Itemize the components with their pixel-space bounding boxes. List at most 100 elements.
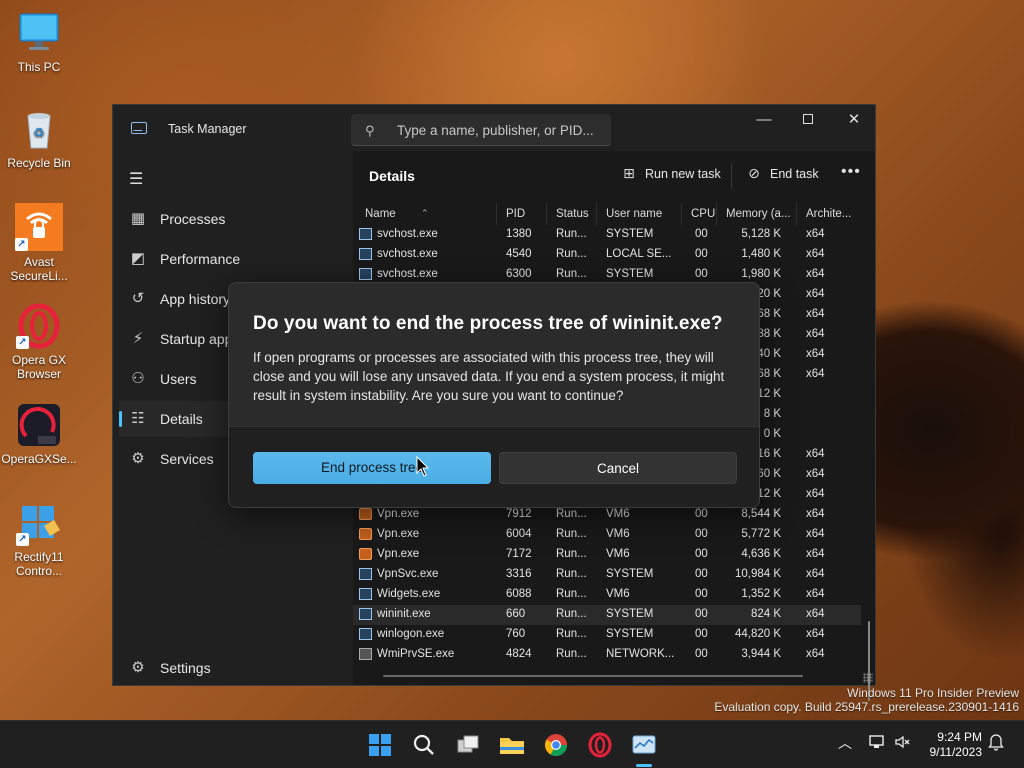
table-row[interactable]: svchost.exe 1380 Run... SYSTEM 00 5,128 K x64 (353, 225, 861, 245)
column-header-cpu[interactable]: CPU (691, 208, 715, 220)
desktop-icon-this-pc[interactable]: This PC (0, 10, 78, 74)
resize-grip-icon[interactable] (863, 673, 873, 683)
column-header-name[interactable]: Name (365, 208, 396, 220)
cell-pid: 6004 (506, 528, 532, 540)
hamburger-menu-icon[interactable]: ☰ (129, 169, 143, 189)
cell-user: SYSTEM (606, 608, 654, 620)
end-process-tree-button[interactable]: End process tree (253, 452, 491, 484)
column-header-status[interactable]: Status (556, 208, 589, 220)
volume-muted-icon[interactable] (893, 733, 911, 754)
monitor-icon (16, 10, 62, 56)
cell-user: VM6 (606, 508, 630, 520)
end-process-tree-dialog: Do you want to end the process tree of w… (228, 282, 760, 508)
cell-memory: 1,352 K (741, 588, 781, 600)
chrome-button[interactable] (540, 729, 572, 761)
nav-item-label: Users (160, 371, 197, 387)
cell-pid: 4540 (506, 248, 532, 260)
desktop-icon-operagx-setup[interactable]: OperaGXSe... (0, 402, 78, 466)
search-button[interactable] (408, 729, 440, 761)
nav-item-label: Services (160, 451, 214, 467)
end-task-button[interactable]: ⊘ End task (746, 165, 819, 182)
table-row[interactable]: VpnSvc.exe 3316 Run... SYSTEM 00 10,984 K x64 (353, 565, 861, 585)
minimize-button[interactable]: — (741, 105, 787, 137)
watermark-line-1: Windows 11 Pro Insider Preview (847, 686, 1019, 700)
run-new-task-button[interactable]: ⊞ Run new task (621, 165, 721, 182)
cell-memory: 0 K (763, 428, 781, 440)
search-box[interactable]: ⚲ (351, 114, 611, 146)
evaluation-watermark: Windows 11 Pro Insider Preview Evaluatio… (714, 686, 1019, 714)
desktop-icon-label: Avast SecureLi... (10, 255, 68, 283)
network-icon[interactable] (868, 733, 886, 754)
shortcut-arrow-icon: ↗ (15, 238, 28, 251)
dialog-message: If open programs or processes are associ… (253, 350, 725, 403)
task-view-button[interactable] (452, 729, 484, 761)
cell-status: Run... (556, 548, 587, 560)
executable-icon (359, 608, 372, 620)
title-bar[interactable]: Task Manager ⚲ — ✕ (113, 105, 875, 151)
nav-item-processes[interactable]: ▦ Processes (119, 201, 345, 237)
column-header-user-name[interactable]: User name (606, 208, 662, 220)
cell-status: Run... (556, 228, 587, 240)
nav-item-settings[interactable]: ⚙ Settings (119, 650, 345, 686)
cell-user: SYSTEM (606, 628, 654, 640)
taskbar: ︿ 9:24 PM 9/11/2023 (0, 720, 1024, 768)
cell-architecture: x64 (806, 228, 825, 240)
desktop-icon-rectify11[interactable]: ↗ Rectify11 Contro... (0, 500, 78, 578)
more-options-icon[interactable]: ••• (841, 163, 861, 181)
table-row[interactable]: winlogon.exe 760 Run... SYSTEM 00 44,820 K x64 (353, 625, 861, 645)
notifications-bell-icon[interactable] (988, 733, 1004, 754)
cell-pid: 3316 (506, 568, 532, 580)
table-row[interactable]: wininit.exe 660 Run... SYSTEM 00 824 K x64 (353, 605, 861, 625)
cell-architecture: x64 (806, 648, 825, 660)
system-clock[interactable]: 9:24 PM 9/11/2023 (920, 730, 983, 760)
horizontal-scrollbar[interactable] (383, 675, 803, 677)
cell-memory: 8,544 K (741, 508, 781, 520)
cell-memory: 1,980 K (741, 268, 781, 280)
nav-item-performance[interactable]: ◩ Performance (119, 241, 345, 277)
cell-architecture: x64 (806, 328, 825, 340)
maximize-button[interactable] (785, 105, 831, 137)
close-button[interactable]: ✕ (831, 105, 877, 137)
task-manager-taskbar-button[interactable] (628, 729, 660, 767)
desktop-icon-recycle-bin[interactable]: ♻ Recycle Bin (0, 106, 78, 170)
desktop-icon-opera-gx[interactable]: ↗ Opera GX Browser (0, 303, 78, 381)
table-row[interactable]: Widgets.exe 6088 Run... VM6 00 1,352 K x64 (353, 585, 861, 605)
nav-item-label: Settings (160, 660, 211, 676)
column-header-pid[interactable]: PID (506, 208, 525, 220)
opera-gx-button[interactable] (584, 729, 616, 761)
cell-cpu: 00 (695, 548, 708, 560)
table-row[interactable]: svchost.exe 4540 Run... LOCAL SE... 00 1,480 … (353, 245, 861, 265)
folder-icon (500, 738, 524, 754)
table-row[interactable]: Vpn.exe 7912 Run... VM6 00 8,544 K x64 (353, 505, 861, 525)
start-button[interactable] (364, 729, 396, 761)
cell-user: VM6 (606, 588, 630, 600)
cell-name: VpnSvc.exe (377, 568, 439, 580)
cancel-button[interactable]: Cancel (499, 452, 737, 484)
column-headers: ⌃ Name PID Status User name CPU Memory (… (353, 203, 861, 225)
dialog-footer: End process tree Cancel (229, 426, 759, 507)
file-explorer-button[interactable] (496, 729, 528, 761)
table-row[interactable]: WmiPrvSE.exe 4824 Run... NETWORK... 00 3,944 … (353, 645, 861, 665)
vpn-process-icon (359, 508, 372, 520)
table-row[interactable]: Vpn.exe 6004 Run... VM6 00 5,772 K x64 (353, 525, 861, 545)
shortcut-arrow-icon: ↗ (16, 336, 29, 349)
column-header-memory[interactable]: Memory (a... (726, 208, 791, 220)
history-icon: ↺ (131, 290, 145, 307)
task-manager-icon (632, 735, 656, 754)
cell-architecture: x64 (806, 568, 825, 580)
show-hidden-icons-chevron-icon[interactable]: ︿ (838, 733, 852, 753)
cell-architecture: x64 (806, 268, 825, 280)
cell-status: Run... (556, 568, 587, 580)
desktop-icon-avast[interactable]: ↗ Avast SecureLi... (0, 203, 78, 283)
cell-pid: 7172 (506, 548, 532, 560)
search-input[interactable] (397, 120, 603, 140)
end-task-icon: ⊘ (748, 165, 760, 181)
operagx-setup-icon (16, 402, 62, 448)
cell-pid: 660 (506, 608, 526, 620)
column-header-architecture[interactable]: Archite... (806, 208, 851, 220)
desktop-icon-label: OperaGXSe... (1, 452, 77, 466)
cell-architecture: x64 (806, 608, 825, 620)
cell-user: SYSTEM (606, 228, 654, 240)
details-icon: ☷ (131, 410, 145, 427)
table-row[interactable]: Vpn.exe 7172 Run... VM6 00 4,636 K x64 (353, 545, 861, 565)
